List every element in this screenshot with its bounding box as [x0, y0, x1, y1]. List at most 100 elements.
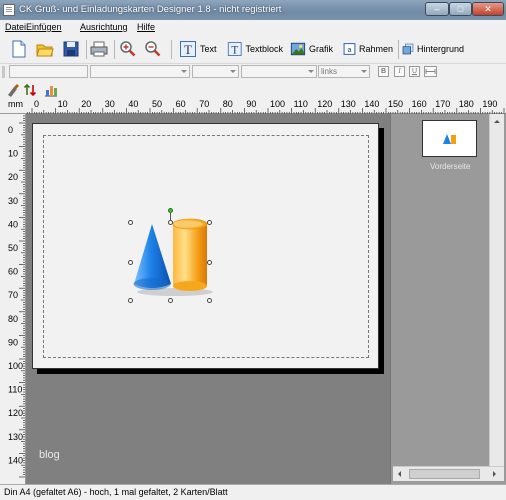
- selected-clipart[interactable]: [128, 208, 214, 304]
- horizontal-ruler-ticks: 0 10 20 30 40 50 60 70 80 90 100 110 120 130 140 150 160…: [26, 99, 505, 114]
- frame-icon: a: [343, 43, 356, 55]
- font-size-combo[interactable]: [9, 65, 88, 78]
- menu-hilfe[interactable]: Hilfe: [137, 22, 155, 32]
- ruler-label: 70: [199, 99, 209, 109]
- insert-graphic-button[interactable]: Grafik: [289, 38, 334, 60]
- ruler-label: 130: [8, 432, 23, 442]
- paint-button[interactable]: [5, 82, 21, 97]
- scroll-up-arrow-icon[interactable]: [494, 117, 500, 123]
- menu-ausrichtung[interactable]: Ausrichtung: [80, 22, 128, 32]
- ruler-label: 0: [34, 99, 39, 109]
- color-combo[interactable]: [241, 65, 317, 78]
- italic-button[interactable]: I: [394, 66, 405, 77]
- textblock-icon: T: [227, 42, 242, 56]
- cone-cylinder-clipart-icon: [133, 218, 213, 296]
- ruler-label: 140: [364, 99, 379, 109]
- background-icon: [402, 43, 414, 55]
- window-title: CK Gruß- und Einladungskarten Designer 1…: [19, 4, 282, 15]
- horizontal-ruler: mm 0 10 20 30 40 50 60 70 80 90 100 110 120 130 140 150…: [0, 98, 506, 114]
- ruler-label: 100: [270, 99, 285, 109]
- font-family-combo[interactable]: [90, 65, 190, 78]
- horizontal-scroll-thumb[interactable]: [409, 469, 480, 479]
- ruler-label: 20: [81, 99, 91, 109]
- ruler-label: 170: [435, 99, 450, 109]
- insert-frame-button[interactable]: a Rahmen: [342, 38, 394, 60]
- rotate-handle-stem: [170, 213, 171, 221]
- ruler-label: 120: [8, 408, 23, 418]
- vertical-ruler: 0 10 20 30 40 50 60 70 80 90 100 110 120 130 140: [0, 114, 26, 484]
- ruler-label: 30: [8, 196, 18, 206]
- status-text: Din A4 (gefaltet A6) - hoch, 1 mal gefal…: [4, 487, 228, 497]
- ruler-label: 60: [8, 267, 18, 277]
- open-folder-icon: [36, 44, 54, 57]
- ruler-label: 30: [105, 99, 115, 109]
- resize-handle-right[interactable]: [207, 260, 212, 265]
- page-thumbnail-label: Vorderseite: [430, 162, 471, 171]
- page-thumbnail-front[interactable]: [422, 120, 477, 157]
- ruler-label: 40: [8, 219, 18, 229]
- svg-text:T: T: [184, 42, 192, 57]
- open-button[interactable]: [35, 38, 57, 60]
- new-document-icon: [12, 40, 26, 58]
- graphic-icon: [290, 42, 306, 56]
- scroll-left-arrow-icon[interactable]: [395, 471, 401, 477]
- text-label: Text: [200, 44, 217, 54]
- save-disk-icon: [63, 41, 79, 57]
- vertical-scrollbar[interactable]: [489, 114, 504, 466]
- bold-button[interactable]: B: [378, 66, 389, 77]
- main-toolbar: T Text T Textblock Grafik a Rahmen Hinte…: [0, 35, 506, 64]
- printer-icon: [90, 41, 108, 57]
- zoom-out-button[interactable]: [143, 38, 165, 60]
- vertical-ruler-ticks: 0 10 20 30 40 50 60 70 80 90 100 110 120 130 140: [8, 115, 25, 478]
- resize-handle-bottom[interactable]: [168, 298, 173, 303]
- ruler-label: 50: [152, 99, 162, 109]
- ruler-label: 80: [223, 99, 233, 109]
- menu-einfuegen[interactable]: Einfügen: [26, 22, 62, 32]
- alignment-combo[interactable]: links: [318, 65, 370, 78]
- zoom-in-button[interactable]: [118, 38, 140, 60]
- ruler-label: 0: [8, 125, 13, 135]
- insert-text-button[interactable]: T Text: [178, 38, 218, 60]
- ruler-label: 10: [8, 149, 18, 159]
- resize-handle-bottom-left[interactable]: [128, 298, 133, 303]
- new-button[interactable]: [9, 38, 31, 60]
- grafik-label: Grafik: [308, 44, 333, 54]
- print-button[interactable]: [89, 38, 111, 60]
- menu-bar: Datei Einfügen Ausrichtung Hilfe: [0, 20, 506, 35]
- ruler-label: 130: [341, 99, 356, 109]
- menu-datei[interactable]: Datei: [5, 22, 26, 32]
- alignment-value: links: [321, 67, 338, 76]
- object-toolbar: [0, 81, 506, 98]
- zoom-in-icon: [120, 41, 136, 57]
- close-button[interactable]: ✕: [472, 2, 504, 16]
- sort-button[interactable]: [22, 82, 38, 97]
- background-button[interactable]: Hintergrund: [401, 38, 465, 60]
- status-bar: Din A4 (gefaltet A6) - hoch, 1 mal gefal…: [0, 484, 506, 500]
- save-button[interactable]: [61, 38, 83, 60]
- resize-handle-left[interactable]: [128, 260, 133, 265]
- underline-button[interactable]: U: [409, 66, 420, 77]
- hintergrund-label: Hintergrund: [416, 44, 464, 54]
- resize-handle-bottom-right[interactable]: [207, 298, 212, 303]
- ruler-label: 20: [8, 172, 18, 182]
- font-style-combo[interactable]: [192, 65, 239, 78]
- ruler-label: 70: [8, 290, 18, 300]
- watermark-text: blog: [39, 449, 60, 461]
- bar-chart-icon: [45, 85, 57, 96]
- resize-handle-top-right[interactable]: [207, 220, 212, 225]
- minimize-button[interactable]: –: [425, 2, 449, 16]
- maximize-button[interactable]: □: [449, 2, 472, 16]
- zoom-out-icon: [145, 41, 161, 57]
- thumbnail-clipart-icon: [443, 134, 456, 144]
- chart-button[interactable]: [43, 82, 59, 97]
- spacing-button[interactable]: [424, 66, 437, 77]
- app-icon[interactable]: [3, 4, 15, 16]
- ruler-label: 90: [8, 337, 18, 347]
- resize-handle-top-left[interactable]: [128, 220, 133, 225]
- svg-text:a: a: [347, 45, 351, 54]
- ruler-label: 140: [8, 455, 23, 465]
- scroll-right-arrow-icon[interactable]: [493, 471, 499, 477]
- horizontal-scrollbar[interactable]: [393, 466, 504, 481]
- ruler-label: 60: [176, 99, 186, 109]
- insert-textblock-button[interactable]: T Textblock: [226, 38, 284, 60]
